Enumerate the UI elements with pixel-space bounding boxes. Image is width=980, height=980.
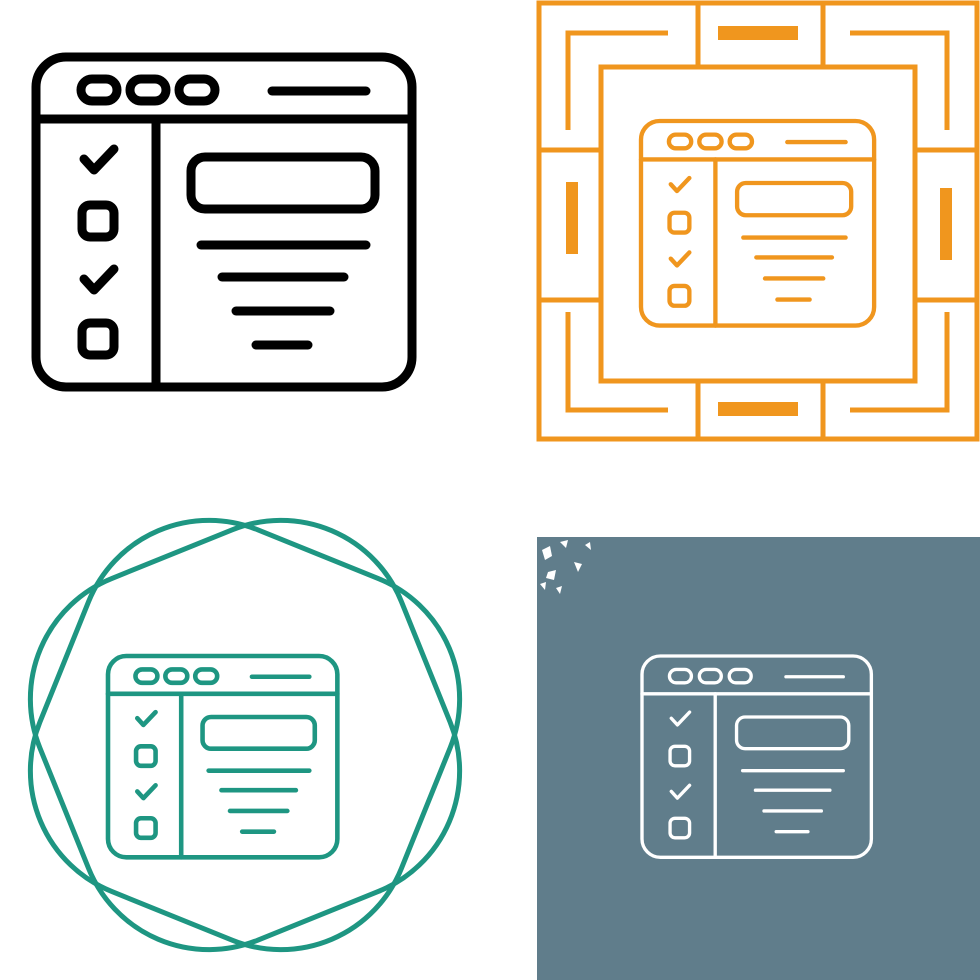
inverted-checklist-browser-icon (537, 537, 980, 980)
decorative-badge-rings (27, 517, 463, 953)
framed-checklist-browser-icon (536, 0, 980, 442)
frame-accent-bars (566, 26, 952, 416)
icon-variant-orange (490, 0, 980, 490)
decorative-frame (536, 0, 980, 442)
icon-variant-black (0, 0, 490, 490)
icon-variant-teal (0, 490, 490, 980)
checklist-browser-icon (0, 0, 490, 490)
icon-variant-slate (490, 490, 980, 980)
slate-background (537, 537, 980, 980)
badge-checklist-browser-icon (27, 517, 463, 953)
